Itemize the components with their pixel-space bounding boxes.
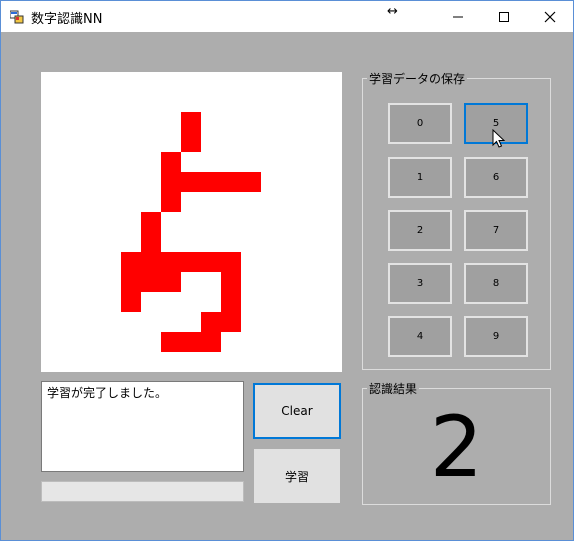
drawn-pixel [141,212,161,232]
digit-button-8[interactable]: 8 [464,263,528,304]
drawn-pixel [121,292,141,312]
resize-cursor-icon: ↔ [387,4,398,19]
digit-button-9[interactable]: 9 [464,316,528,357]
drawn-pixel [141,232,161,252]
digit-button-4[interactable]: 4 [388,316,452,357]
drawn-pixel [221,272,241,292]
digit-button-7[interactable]: 7 [464,210,528,251]
drawn-pixel [161,332,221,352]
main-window: 数字認識NN ↔ 学習が完了しました。 Clear 学習 学習データの保存 0 … [0,0,574,541]
digit-button-1[interactable]: 1 [388,157,452,198]
close-icon [544,11,556,22]
recognized-digit: 2 [429,397,484,496]
close-button[interactable] [527,1,573,32]
train-button[interactable]: 学習 [253,448,341,504]
maximize-button[interactable] [481,1,527,32]
training-progress-bar [41,481,244,502]
drawn-pixel [181,112,201,132]
maximize-icon [499,11,509,22]
save-data-group-title: 学習データの保存 [367,70,468,87]
clear-button[interactable]: Clear [253,383,341,439]
drawn-pixel [221,292,241,312]
drawn-pixel [161,192,181,212]
drawn-pixel [161,172,261,192]
digit-button-3[interactable]: 3 [388,263,452,304]
digit-button-6[interactable]: 6 [464,157,528,198]
digit-button-0[interactable]: 0 [388,103,452,144]
mouse-pointer-icon [492,129,506,148]
log-textbox[interactable]: 学習が完了しました。 [41,381,244,472]
minimize-button[interactable] [435,1,481,32]
drawn-pixel [201,312,241,332]
title-bar[interactable]: 数字認識NN ↔ [1,1,573,32]
drawing-canvas[interactable] [41,72,342,372]
client-area: 学習が完了しました。 Clear 学習 学習データの保存 0 1 2 3 4 5… [1,32,573,540]
drawn-pixel [121,272,181,292]
minimize-icon [453,16,463,17]
window-title: 数字認識NN [31,12,103,27]
drawn-pixel [161,152,181,172]
app-icon [10,10,24,24]
digit-button-2[interactable]: 2 [388,210,452,251]
drawn-pixel [181,132,201,152]
drawn-pixel [121,252,241,272]
